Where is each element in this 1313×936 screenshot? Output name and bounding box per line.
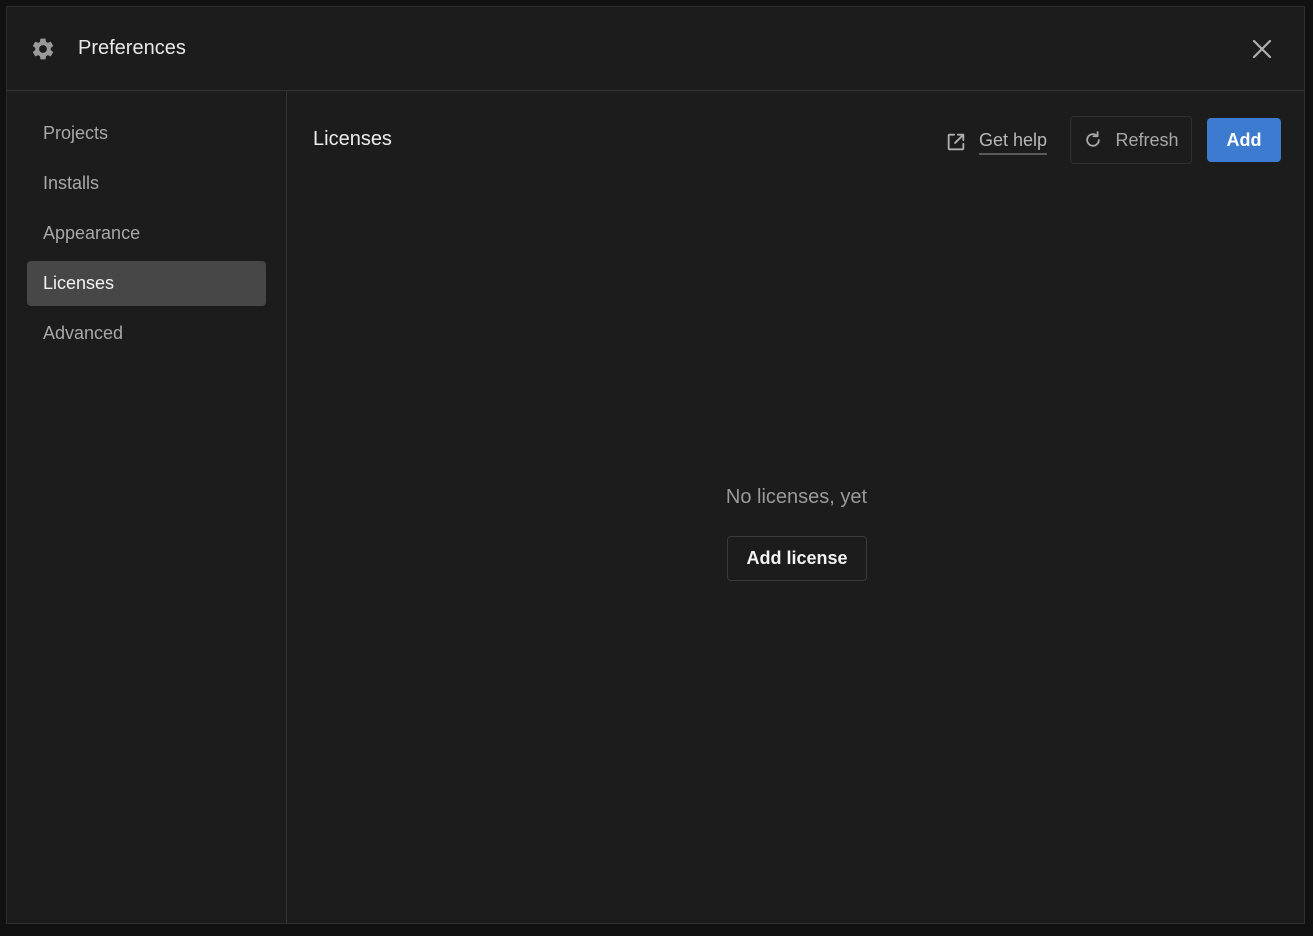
- sidebar-item-licenses[interactable]: Licenses: [27, 261, 266, 306]
- sidebar-item-installs[interactable]: Installs: [27, 161, 266, 206]
- get-help-link[interactable]: Get help: [945, 125, 1048, 159]
- empty-state-message: No licenses, yet: [725, 486, 868, 508]
- page-title: Licenses: [313, 128, 392, 150]
- refresh-button[interactable]: Refresh: [1070, 116, 1192, 164]
- sidebar-item-advanced[interactable]: Advanced: [27, 311, 266, 356]
- refresh-label: Refresh: [1115, 129, 1179, 150]
- close-icon[interactable]: [1250, 37, 1274, 61]
- preferences-window: Preferences Projects Installs Appearance…: [6, 6, 1305, 924]
- external-link-icon: [947, 133, 965, 151]
- sidebar: Projects Installs Appearance Licenses Ad…: [7, 91, 287, 923]
- sidebar-item-appearance[interactable]: Appearance: [27, 211, 266, 256]
- window-title: Preferences: [78, 37, 186, 59]
- title-bar: Preferences: [7, 7, 1304, 91]
- refresh-icon: [1086, 131, 1101, 147]
- add-button[interactable]: Add: [1207, 118, 1281, 162]
- gear-icon: [30, 36, 56, 62]
- get-help-label: Get help: [979, 129, 1048, 155]
- main-content: Licenses Get help Refresh Add No license…: [287, 91, 1304, 923]
- add-license-button[interactable]: Add license: [727, 536, 867, 581]
- sidebar-item-projects[interactable]: Projects: [27, 111, 266, 156]
